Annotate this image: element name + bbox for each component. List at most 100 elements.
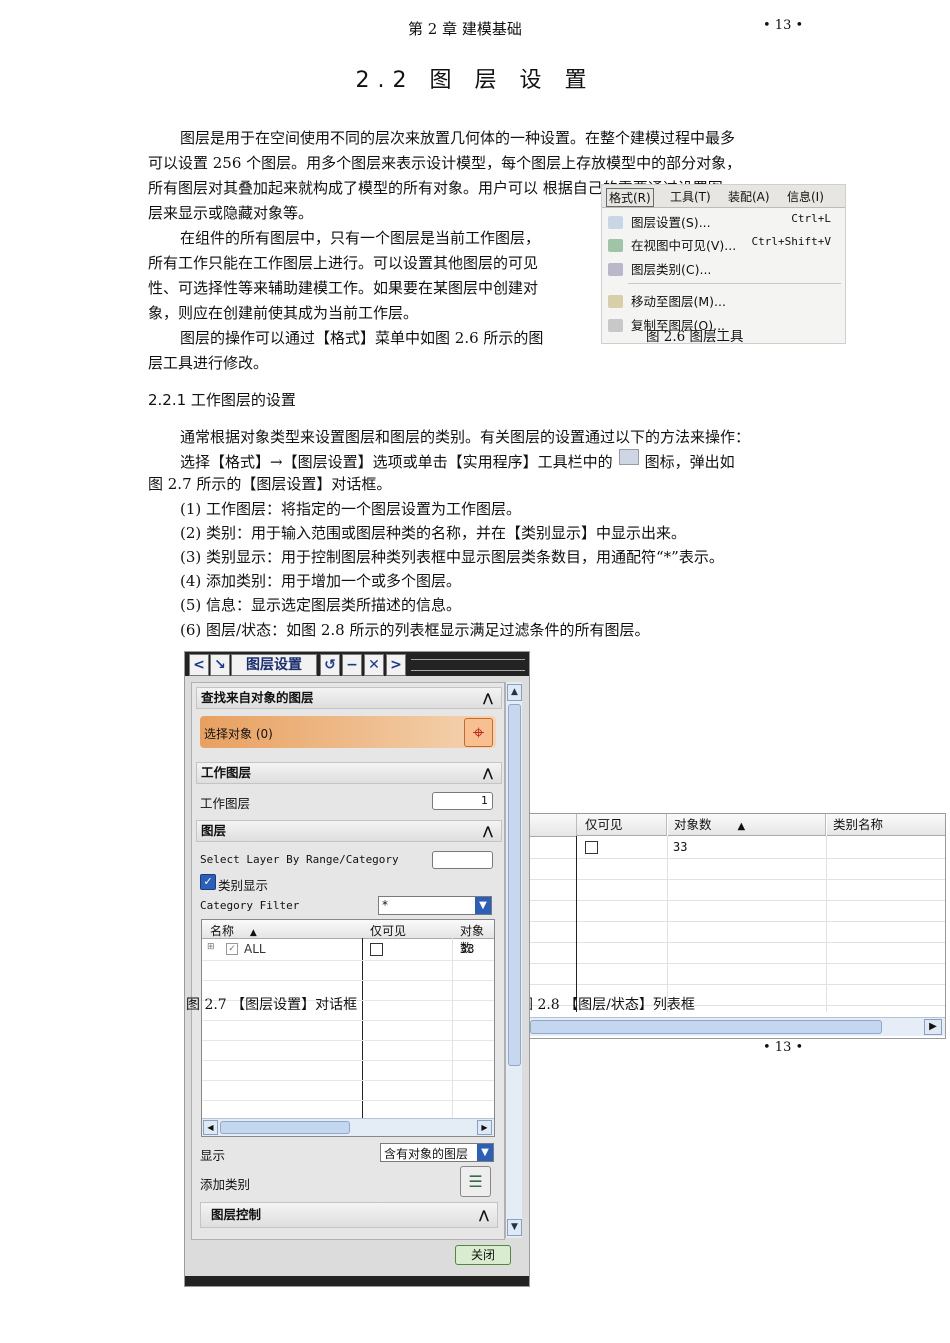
menu-item-layer-settings[interactable]: 图层设置(S)... Ctrl+L <box>608 212 839 232</box>
scroll-left-icon[interactable]: ◀ <box>203 1120 218 1135</box>
table-row[interactable]: ⊞ ✓ ALL 33 <box>202 939 494 959</box>
para3-line: 图层的操作可以通过【格式】菜单中如图 2.6 所示的图 <box>180 329 544 347</box>
column-header-count[interactable]: 对象数 ▲ <box>668 814 826 836</box>
menu-format[interactable]: 格式(R) <box>606 188 654 207</box>
menu-info[interactable]: 信息(I) <box>787 188 824 205</box>
menu-assembly[interactable]: 装配(A) <box>728 188 770 205</box>
close-icon[interactable]: ✕ <box>364 654 384 676</box>
menu-item-visible-in-view[interactable]: 在视图中可见(V)... Ctrl+Shift+V <box>608 235 839 255</box>
minimize-icon[interactable]: − <box>342 654 362 676</box>
page-number: • 13 • <box>763 18 804 33</box>
format-menu: 格式(R) 工具(T) 装配(A) 信息(I) 图层设置(S)... Ctrl+… <box>601 184 846 345</box>
crosshair-icon[interactable]: ⌖ <box>464 718 493 747</box>
column-header-name[interactable]: 名称 ▲ <box>210 922 257 939</box>
list-item: (4) 添加类别：用于增加一个或多个图层。 <box>180 572 462 590</box>
table-row <box>530 900 945 922</box>
visible-only-checkbox[interactable] <box>585 841 598 854</box>
collapse-left-icon[interactable]: < <box>189 654 209 676</box>
column-header-visible[interactable]: 仅可见 <box>370 922 406 939</box>
work-layer-input[interactable]: 1 <box>432 792 493 810</box>
scroll-right-icon[interactable]: ▶ <box>924 1019 942 1035</box>
column-divider <box>667 836 668 1012</box>
dialog-bottom-edge <box>185 1276 529 1286</box>
intro-line: 图层是用于在空间使用不同的层次来放置几何体的一种设置。在整个建模过程中最多 <box>180 129 736 147</box>
menu-item-layer-category[interactable]: 图层类别(C)... <box>608 259 839 279</box>
list-horizontal-scrollbar[interactable]: ◀ ▶ <box>202 1118 494 1136</box>
list-item: (3) 类别显示：用于控制图层种类列表框中显示图层类条数目，用通配符“*”表示。 <box>180 548 724 566</box>
list-item: (2) 类别：用于输入范围或图层种类的名称，并在【类别显示】中显示出来。 <box>180 524 687 542</box>
body-line: 通常根据对象类型来设置图层和图层的类别。有关图层的设置通过以下的方法来操作： <box>180 428 751 446</box>
move-to-layer-icon <box>608 295 623 308</box>
sort-up-icon: ▲ <box>737 821 746 832</box>
chevron-up-icon[interactable]: ⋀ <box>483 763 493 783</box>
layer-settings-icon <box>608 216 623 229</box>
group-find-layers[interactable]: 查找来自对象的图层 ⋀ <box>196 687 502 709</box>
group-layer-control[interactable]: 图层控制 ⋀ <box>200 1202 498 1228</box>
column-divider <box>452 938 453 1118</box>
arrow-icon[interactable]: ↘ <box>210 654 230 676</box>
list-item: (6) 图层/状态：如图 2.8 所示的列表框显示满足过滤条件的所有图层。 <box>180 621 650 639</box>
expand-right-icon[interactable]: > <box>386 654 406 676</box>
category-display-checkbox[interactable]: ✓ <box>200 874 216 890</box>
add-category-icon[interactable]: ☰ <box>460 1166 491 1197</box>
figure-caption: 图 2.7 【图层设置】对话框 <box>186 997 358 1013</box>
column-divider <box>826 836 827 1012</box>
scroll-thumb[interactable] <box>530 1020 882 1034</box>
display-select[interactable]: 含有对象的图层 ▼ <box>380 1143 494 1162</box>
horizontal-scrollbar[interactable]: ▶ <box>530 1017 945 1036</box>
expand-plus-icon[interactable]: ⊞ <box>207 942 215 952</box>
para2-line: 象，则应在创建前使其成为当前工作层。 <box>148 304 419 322</box>
range-category-input[interactable] <box>432 851 493 869</box>
chevron-down-icon[interactable]: ▼ <box>475 897 491 914</box>
group-layers[interactable]: 图层 ⋀ <box>196 820 502 842</box>
category-filter-select[interactable]: * ▼ <box>378 896 492 915</box>
layer-settings-dialog: < ↘ 图层设置 ↺ − ✕ > 查找来自对象的图层 ⋀ 选择对象 (0) ⌖ 工… <box>184 651 530 1287</box>
menu-bar: 格式(R) 工具(T) 装配(A) 信息(I) <box>602 185 845 208</box>
subsection-title: 2.2.1 工作图层的设置 <box>148 391 296 409</box>
column-header <box>530 814 577 837</box>
scroll-thumb[interactable] <box>508 704 521 1066</box>
scroll-up-icon[interactable]: ▲ <box>507 684 522 701</box>
scroll-thumb[interactable] <box>220 1121 350 1134</box>
menu-separator <box>628 283 841 284</box>
select-object-row[interactable]: 选择对象 (0) ⌖ <box>200 716 496 748</box>
title-bar-grip <box>411 659 525 671</box>
work-layer-label: 工作图层 <box>200 796 251 811</box>
column-divider <box>576 836 577 1012</box>
menu-tools[interactable]: 工具(T) <box>670 188 711 205</box>
intro-line: 层来显示或隐藏对象等。 <box>148 204 314 222</box>
category-filter-label: Category Filter <box>200 899 300 912</box>
chapter-header: 第 2 章 建模基础 <box>408 20 522 38</box>
reset-icon[interactable]: ↺ <box>320 654 340 676</box>
para2-line: 性、可选择性等来辅助建模工作。如果要在某图层中创建对 <box>148 279 539 297</box>
menu-item-move-to-layer[interactable]: 移动至图层(M)... <box>608 291 839 311</box>
page-number: • 13 • <box>763 1040 804 1055</box>
visible-only-checkbox[interactable] <box>370 943 383 956</box>
layer-category-icon <box>608 263 623 276</box>
para3-line: 层工具进行修改。 <box>148 354 269 372</box>
table-row <box>530 963 945 985</box>
sort-up-icon: ▲ <box>249 928 257 938</box>
figure-caption: 图 2.8 【图层/状态】列表框 <box>519 997 695 1013</box>
figure-caption: 图 2.6 图层工具 <box>646 329 744 345</box>
list-item: (5) 信息：显示选定图层类所描述的信息。 <box>180 596 462 614</box>
column-header-visible[interactable]: 仅可见 <box>577 814 667 836</box>
intro-line: 可以设置 256 个图层。用多个图层来表示设计模型，每个图层上存放模型中的部分对… <box>148 154 742 172</box>
checked-checkbox-icon[interactable]: ✓ <box>226 943 238 955</box>
dialog-vertical-scrollbar[interactable]: ▲ ▼ <box>505 682 522 1238</box>
column-header-category[interactable]: 类别名称 <box>827 814 945 836</box>
scroll-down-icon[interactable]: ▼ <box>507 1219 522 1236</box>
group-work-layer[interactable]: 工作图层 ⋀ <box>196 762 502 784</box>
chevron-up-icon[interactable]: ⋀ <box>483 821 493 841</box>
chevron-up-icon[interactable]: ⋀ <box>479 1203 489 1227</box>
close-button[interactable]: 关闭 <box>455 1245 511 1265</box>
list-item: (1) 工作图层：将指定的一个图层设置为工作图层。 <box>180 500 522 518</box>
chevron-down-icon[interactable]: ▼ <box>477 1144 493 1161</box>
chevron-up-icon[interactable]: ⋀ <box>483 688 493 708</box>
dialog-title: 图层设置 <box>231 654 317 676</box>
category-display-label: 类别显示 <box>218 878 269 893</box>
table-row[interactable]: 33 <box>530 837 945 859</box>
para2-line: 所有工作只能在工作图层上进行。可以设置其他图层的可见 <box>148 254 539 272</box>
scroll-right-icon[interactable]: ▶ <box>477 1120 492 1135</box>
add-category-label: 添加类别 <box>200 1177 251 1192</box>
